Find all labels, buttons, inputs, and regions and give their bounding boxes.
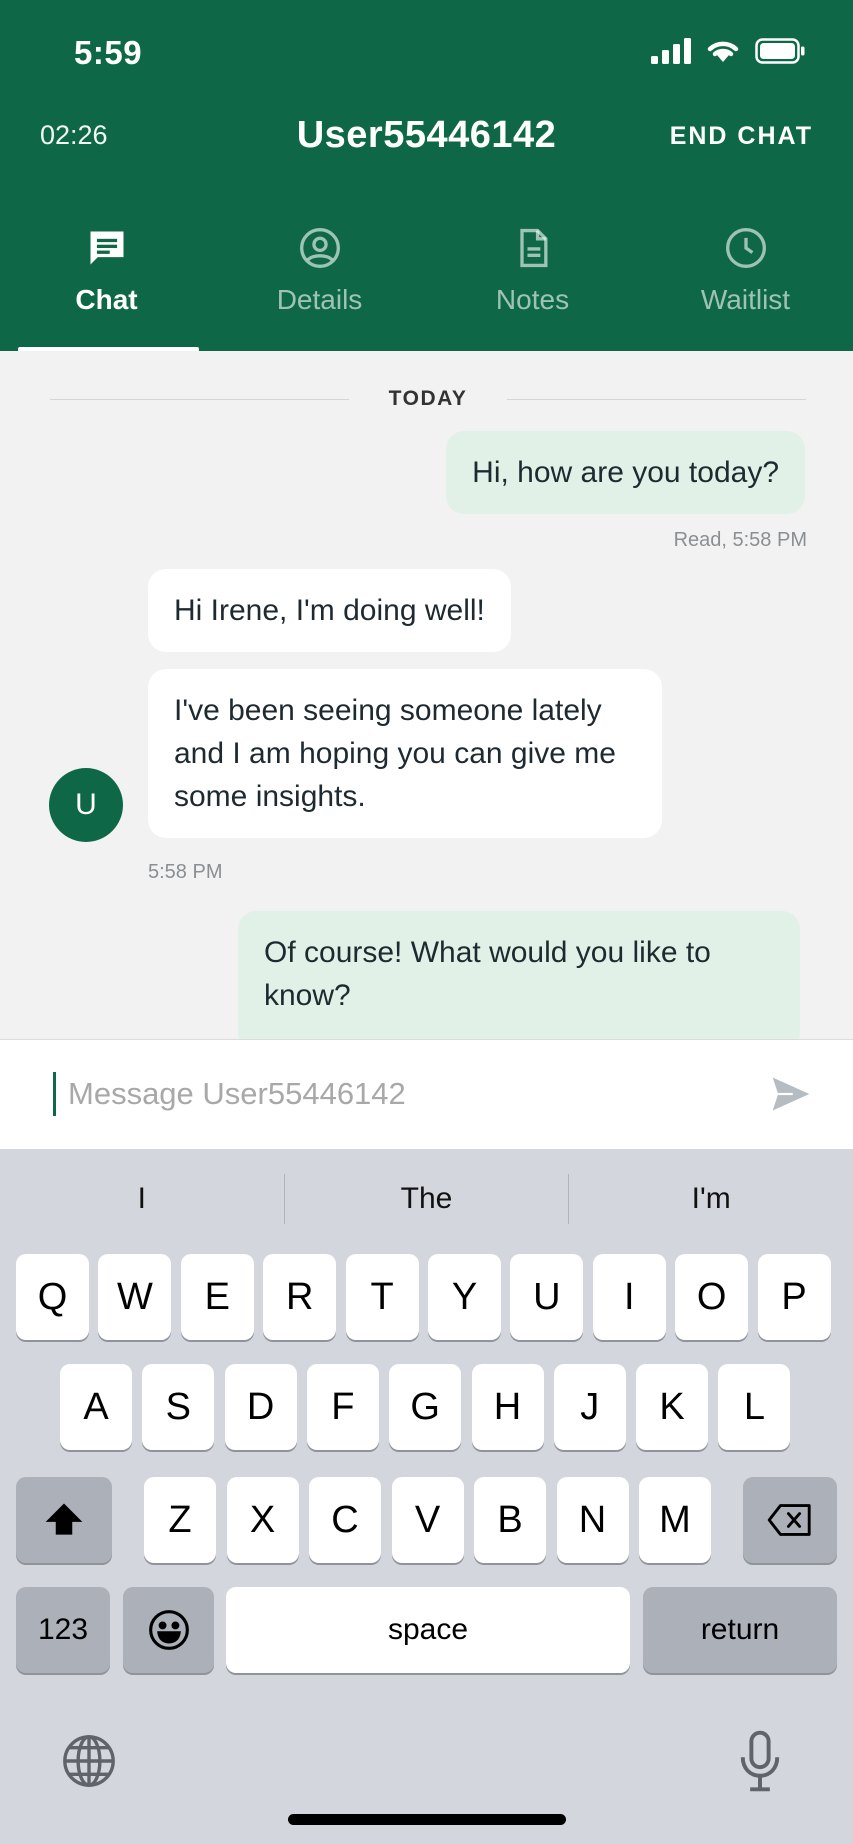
suggestion-item[interactable]: I: [0, 1182, 284, 1216]
chat-icon: [90, 231, 123, 265]
signal-icon: [651, 38, 691, 64]
tab-details[interactable]: Details: [213, 220, 426, 351]
tab-waitlist[interactable]: Waitlist: [639, 220, 852, 351]
home-indicator: [288, 1814, 566, 1825]
key-c[interactable]: C: [309, 1477, 381, 1563]
tab-chat[interactable]: Chat: [0, 220, 213, 351]
suggestion-item[interactable]: The: [285, 1182, 569, 1216]
key-q[interactable]: Q: [16, 1254, 89, 1340]
day-separator: TODAY: [50, 387, 807, 411]
key-a[interactable]: A: [60, 1364, 132, 1450]
end-chat-button[interactable]: END CHAT: [670, 122, 813, 151]
shift-icon: [45, 1503, 83, 1535]
emoji-key[interactable]: [123, 1587, 214, 1673]
key-p[interactable]: P: [757, 1254, 831, 1340]
key-y[interactable]: Y: [428, 1254, 501, 1340]
tab-chat-label: Chat: [75, 284, 138, 315]
globe-icon[interactable]: [60, 1732, 118, 1790]
message-text: Hi, how are you today?: [472, 456, 779, 489]
clock-icon: [725, 228, 766, 268]
key-s[interactable]: S: [142, 1364, 215, 1450]
read-receipt: Read, 5:58 PM: [673, 529, 807, 551]
microphone-icon[interactable]: [734, 1729, 786, 1793]
on-screen-keyboard: I The I'm QWERTYUIOPASDFGHJKLZXCVBNM 123…: [0, 1149, 853, 1844]
backspace-icon: [767, 1504, 811, 1536]
key-n[interactable]: N: [556, 1477, 629, 1563]
key-h[interactable]: H: [471, 1364, 544, 1450]
message-composer: [0, 1039, 853, 1149]
message-bubble-incoming[interactable]: I've been seeing someone lately and I am…: [148, 669, 662, 838]
key-f[interactable]: F: [306, 1364, 379, 1450]
key-r[interactable]: R: [263, 1254, 337, 1340]
key-v[interactable]: V: [391, 1477, 464, 1563]
key-g[interactable]: G: [389, 1364, 462, 1450]
suggestion-bar: I The I'm: [0, 1149, 853, 1249]
message-timestamp: 5:58 PM: [148, 861, 223, 883]
day-label: TODAY: [388, 387, 468, 410]
message-input[interactable]: [68, 1066, 748, 1122]
return-key[interactable]: return: [643, 1587, 837, 1673]
status-time: 5:59: [74, 34, 143, 71]
message-text: I've been seeing someone lately and I am…: [174, 694, 616, 813]
battery-icon: [755, 38, 805, 64]
space-key[interactable]: space: [226, 1587, 630, 1673]
document-icon: [519, 228, 547, 268]
message-text: Of course! What would you like to know?: [264, 936, 711, 1012]
key-w[interactable]: W: [98, 1254, 172, 1340]
avatar-initial: U: [75, 788, 97, 821]
message-list[interactable]: TODAY Hi, how are you today? Read, 5:58 …: [0, 351, 853, 1039]
status-icons: [651, 38, 805, 64]
chat-header: 5:59 02:26 User55446142 END CHAT Chat De…: [0, 0, 853, 352]
key-e[interactable]: E: [180, 1254, 254, 1340]
key-m[interactable]: M: [639, 1477, 711, 1563]
key-j[interactable]: J: [553, 1364, 626, 1450]
key-i[interactable]: I: [592, 1254, 666, 1340]
text-caret: [53, 1072, 56, 1116]
key-t[interactable]: T: [345, 1254, 419, 1340]
message-text: Hi Irene, I'm doing well!: [174, 594, 485, 627]
key-z[interactable]: Z: [144, 1477, 216, 1563]
key-u[interactable]: U: [510, 1254, 584, 1340]
key-l[interactable]: L: [718, 1364, 791, 1450]
delete-key[interactable]: [743, 1477, 837, 1563]
send-icon[interactable]: [769, 1072, 813, 1116]
tab-waitlist-label: Waitlist: [700, 284, 791, 315]
tab-notes[interactable]: Notes: [426, 220, 639, 351]
shift-key[interactable]: [16, 1477, 112, 1563]
message-bubble-outgoing[interactable]: Hi, how are you today?: [446, 431, 805, 514]
key-d[interactable]: D: [224, 1364, 297, 1450]
key-k[interactable]: K: [636, 1364, 709, 1450]
message-bubble-incoming[interactable]: Hi Irene, I'm doing well!: [148, 569, 511, 652]
tab-bar: Chat Details Notes Waitlist: [0, 220, 853, 352]
tab-notes-label: Notes: [495, 284, 570, 315]
suggestion-item[interactable]: I'm: [569, 1182, 853, 1216]
tab-details-label: Details: [276, 284, 363, 315]
wifi-icon: [707, 41, 739, 62]
key-x[interactable]: X: [226, 1477, 299, 1563]
person-circle-icon: [299, 228, 340, 268]
emoji-icon: [148, 1610, 189, 1650]
message-bubble-outgoing[interactable]: Of course! What would you like to know?: [238, 911, 800, 1039]
numbers-key[interactable]: 123: [16, 1587, 110, 1673]
key-b[interactable]: B: [474, 1477, 546, 1563]
key-o[interactable]: O: [675, 1254, 749, 1340]
avatar: U: [49, 768, 123, 842]
